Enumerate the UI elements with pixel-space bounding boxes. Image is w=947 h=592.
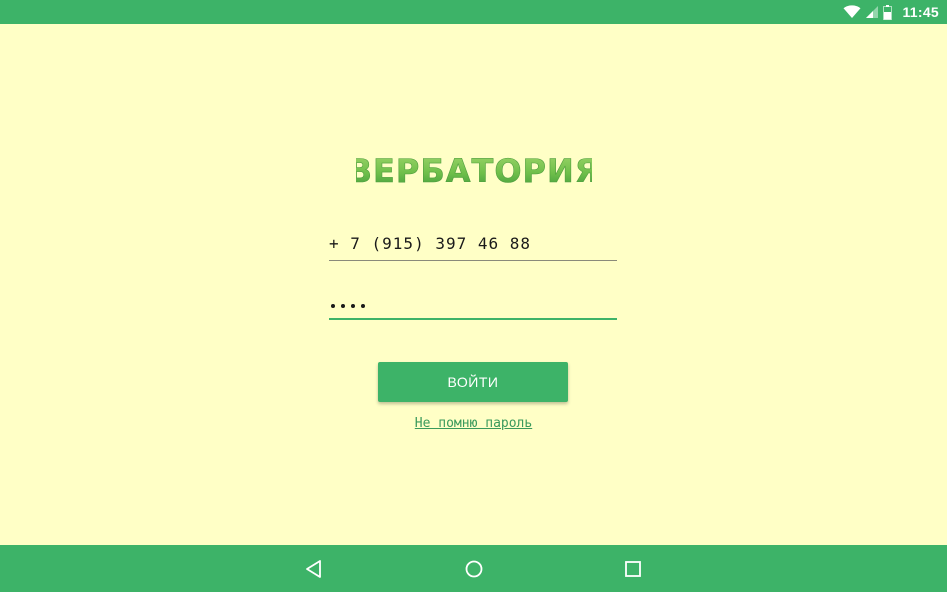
password-dot — [331, 304, 335, 308]
phone-field[interactable]: + 7 (915) 397 46 88 — [329, 229, 617, 261]
back-icon[interactable] — [302, 557, 326, 581]
phone-value: + 7 (915) 397 46 88 — [329, 234, 532, 253]
recents-icon[interactable] — [621, 557, 645, 581]
home-icon[interactable] — [462, 557, 486, 581]
battery-icon — [883, 4, 893, 20]
logo-text: ВЕРБАТОРИЯ — [356, 152, 592, 190]
forgot-password-link[interactable]: Не помню пароль — [0, 416, 947, 431]
password-dot — [361, 304, 365, 308]
password-dot — [341, 304, 345, 308]
navigation-bar — [0, 545, 947, 592]
login-button[interactable]: ВОЙТИ — [378, 362, 568, 402]
signal-icon — [865, 5, 879, 19]
wifi-icon — [843, 5, 861, 19]
password-field[interactable] — [329, 287, 617, 320]
password-dot — [351, 304, 355, 308]
status-clock: 11:45 — [902, 4, 939, 20]
password-mask — [331, 304, 365, 308]
status-icons: 11:45 — [843, 0, 939, 24]
app-logo: ВЕРБАТОРИЯ — [356, 149, 592, 191]
login-screen: 11:45 ВЕРБАТОРИЯ + 7 (915) 397 46 88 ВОЙ… — [0, 0, 947, 592]
status-bar: 11:45 — [0, 0, 947, 24]
